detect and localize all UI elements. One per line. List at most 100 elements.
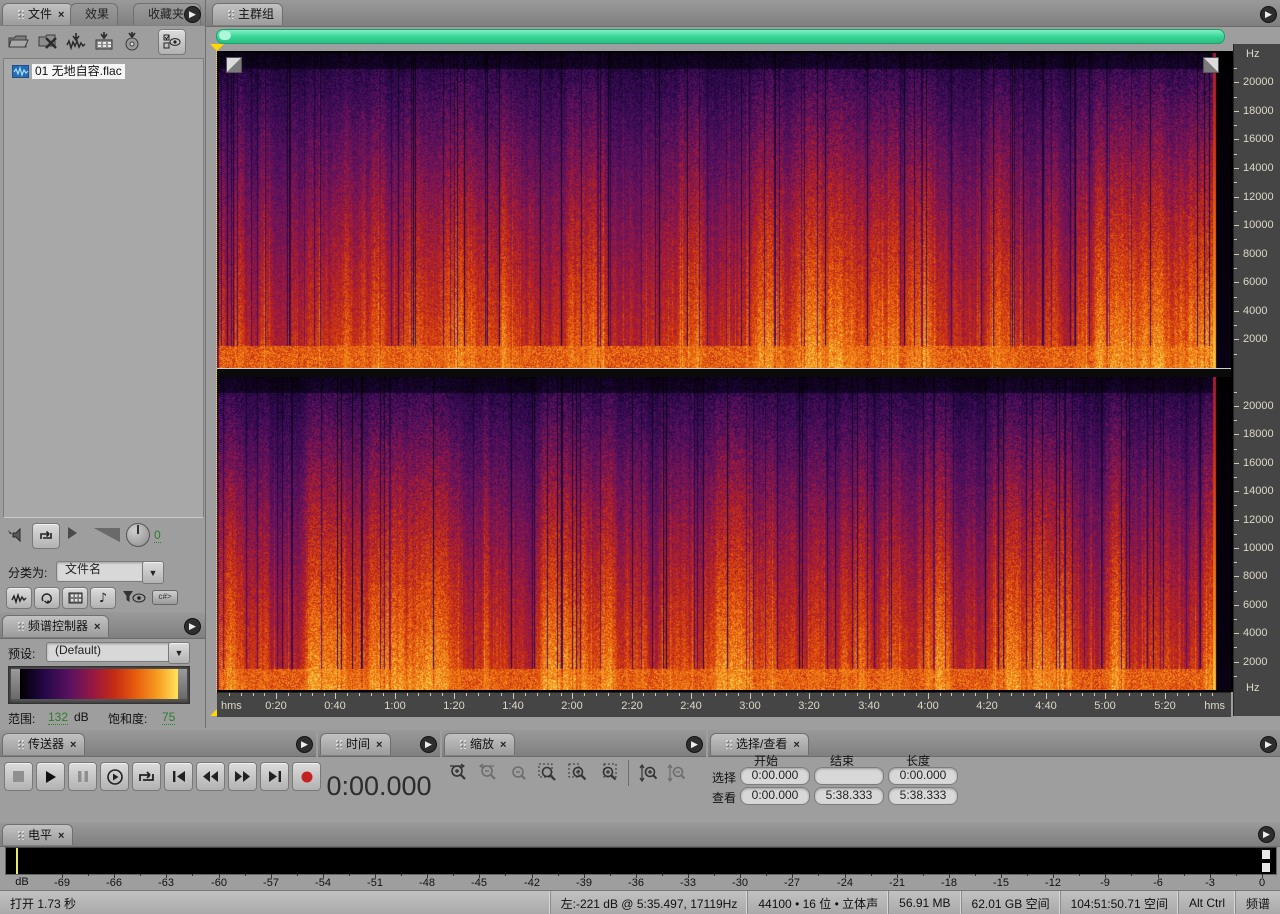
selection-start-field[interactable]: 0:00.000 xyxy=(740,767,810,785)
status-disk-free[interactable]: 62.01 GB 空间 xyxy=(960,891,1060,914)
horizontal-scrollbar[interactable] xyxy=(216,29,1225,44)
status-file-size[interactable]: 56.91 MB xyxy=(888,891,960,914)
show-video-button[interactable] xyxy=(62,587,88,609)
pause-button[interactable] xyxy=(68,762,97,791)
close-icon[interactable]: × xyxy=(58,9,64,21)
tab-time[interactable]: 时间 × xyxy=(320,733,392,755)
go-end-button[interactable] xyxy=(260,762,289,791)
play-from-cursor-button[interactable] xyxy=(100,762,129,791)
frequency-ruler[interactable]: Hz 2000 4000 6000 8000 10000 12000 14000 16000 18… xyxy=(1233,44,1280,716)
play-button[interactable] xyxy=(36,762,65,791)
file-list[interactable]: 01 无地自容.flac xyxy=(3,58,204,518)
zoom-sel-right-button[interactable] xyxy=(598,763,618,783)
close-icon[interactable]: × xyxy=(376,739,382,751)
time-title: 时间 xyxy=(346,737,371,751)
preset-select[interactable]: (Default) xyxy=(46,642,174,662)
palette-right-handle[interactable] xyxy=(178,669,187,699)
close-icon[interactable]: × xyxy=(70,739,76,751)
loop-preview-button[interactable] xyxy=(32,523,60,549)
zoom-in-v-button[interactable] xyxy=(639,763,657,783)
zoom-in-h-button[interactable] xyxy=(448,763,468,783)
sort-select[interactable]: 文件名 xyxy=(56,561,148,582)
clip-indicator-left[interactable] xyxy=(1262,850,1270,859)
scrollbar-thumb-cap[interactable] xyxy=(219,31,231,40)
close-icon[interactable]: × xyxy=(58,830,64,842)
zoom-selection-button[interactable] xyxy=(538,763,558,783)
insert-video-button[interactable] xyxy=(92,30,116,52)
row-view-label: 查看 xyxy=(712,791,737,805)
spectral-display[interactable] xyxy=(216,51,1236,692)
status-view-mode[interactable]: 频谱 xyxy=(1234,891,1280,914)
panel-menu-icon[interactable]: ▶ xyxy=(296,736,313,753)
spectrogram-right-channel[interactable] xyxy=(217,377,1231,690)
view-length-field[interactable]: 5:38.333 xyxy=(888,787,958,805)
file-list-item[interactable]: 01 无地自容.flac xyxy=(12,63,125,80)
filter-video-icon xyxy=(68,592,82,604)
panel-menu-icon[interactable]: ▶ xyxy=(1258,826,1275,843)
tab-files[interactable]: 文件 × xyxy=(2,3,74,25)
volume-meter-icon[interactable] xyxy=(94,528,120,542)
clip-indicator-right[interactable] xyxy=(1262,863,1270,872)
panel-menu-icon[interactable]: ▶ xyxy=(184,6,201,23)
spectrogram-left-channel[interactable] xyxy=(217,53,1231,368)
time-ruler[interactable]: hms hms 0:20 0:40 1:00 1:20 1:40 2:00 2:20 2:40 3:… xyxy=(217,692,1231,717)
zoom-sel-left-button[interactable] xyxy=(568,763,588,783)
record-button[interactable] xyxy=(292,762,321,791)
tab-levels[interactable]: 电平 × xyxy=(2,824,74,845)
saturation-value[interactable]: 75 xyxy=(162,710,176,725)
saturation-label: 饱和度: xyxy=(108,712,148,726)
view-start-field[interactable]: 0:00.000 xyxy=(740,787,810,805)
grip-icon xyxy=(227,9,234,19)
insert-multitrack-button[interactable] xyxy=(64,30,88,52)
preview-volume-value[interactable]: 0 xyxy=(154,528,161,543)
volume-knob[interactable] xyxy=(126,523,150,547)
view-end-field[interactable]: 5:38.333 xyxy=(814,787,884,805)
go-start-button[interactable] xyxy=(164,762,193,791)
tab-zoom[interactable]: 缩放 × xyxy=(444,733,516,755)
close-icon[interactable]: × xyxy=(500,739,506,751)
fast-forward-button[interactable] xyxy=(228,762,257,791)
open-file-button[interactable] xyxy=(6,30,30,52)
tab-transport[interactable]: 传送器 × xyxy=(2,733,86,755)
stop-button[interactable] xyxy=(4,762,33,791)
palette-left-handle[interactable] xyxy=(11,669,20,699)
preview-play-button[interactable] xyxy=(66,526,78,540)
zoom-out-h-button[interactable] xyxy=(478,763,498,783)
filter-advanced-button[interactable] xyxy=(120,587,148,607)
panel-menu-icon[interactable]: ▶ xyxy=(686,736,703,753)
panel-menu-icon[interactable]: ▶ xyxy=(184,618,201,635)
tab-main-group[interactable]: 主群组 xyxy=(212,3,284,25)
tab-effects[interactable]: 效果 xyxy=(70,3,119,25)
status-time-free[interactable]: 104:51:50.71 空间 xyxy=(1059,891,1178,914)
palette-gradient-bar[interactable] xyxy=(20,669,178,699)
fade-handle-icon[interactable] xyxy=(1203,57,1219,73)
channel-gap xyxy=(217,369,1231,377)
tab-spectral-controls[interactable]: 频谱控制器 × xyxy=(2,615,110,637)
selection-length-field[interactable]: 0:00.000 xyxy=(888,767,958,785)
insert-cd-button[interactable] xyxy=(120,30,144,52)
sort-dropdown-button[interactable]: ▼ xyxy=(142,561,164,584)
preset-dropdown-button[interactable]: ▼ xyxy=(168,642,190,664)
show-midi-button[interactable]: ♪ xyxy=(90,587,116,609)
loop-play-button[interactable] xyxy=(132,762,161,791)
rewind-button[interactable] xyxy=(196,762,225,791)
panel-menu-icon[interactable]: ▶ xyxy=(1260,6,1277,23)
selection-end-field[interactable] xyxy=(814,767,884,785)
range-value[interactable]: 132 xyxy=(48,710,69,725)
autoplay-toggle[interactable] xyxy=(6,526,28,544)
close-icon[interactable]: × xyxy=(793,739,799,751)
fade-handle-icon[interactable] xyxy=(226,57,242,73)
zoom-out-full-button[interactable] xyxy=(508,763,528,783)
panel-menu-icon[interactable]: ▶ xyxy=(420,736,437,753)
show-audio-button[interactable] xyxy=(6,587,32,609)
zoom-out-v-button[interactable] xyxy=(667,763,685,783)
cda-icon[interactable]: c#> xyxy=(152,590,178,605)
status-format[interactable]: 44100 • 16 位 • 立体声 xyxy=(747,891,888,914)
close-icon[interactable]: × xyxy=(94,621,100,633)
level-meter[interactable] xyxy=(5,847,1277,875)
show-loops-button[interactable] xyxy=(34,587,60,609)
close-file-button[interactable] xyxy=(36,30,60,52)
panel-menu-icon[interactable]: ▶ xyxy=(1260,736,1277,753)
playhead-marker-icon[interactable] xyxy=(210,44,224,51)
options-button[interactable] xyxy=(158,29,186,55)
